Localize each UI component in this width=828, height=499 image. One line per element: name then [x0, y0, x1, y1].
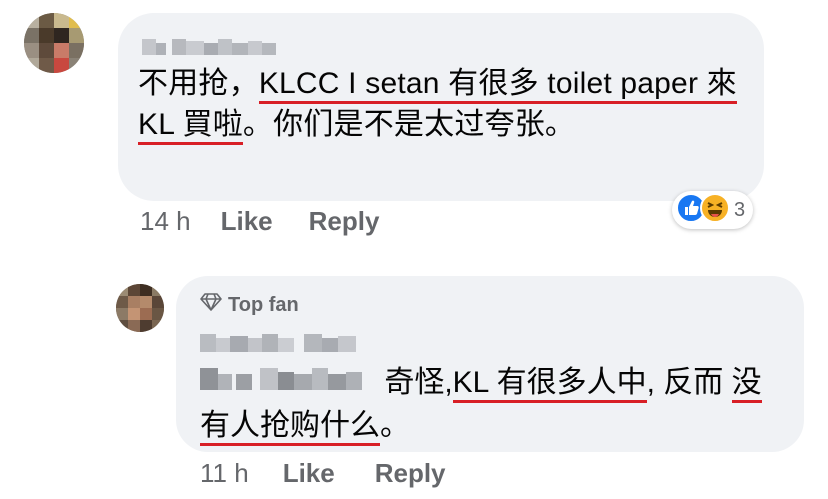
like-button[interactable]: Like: [221, 206, 273, 237]
comment-bubble: 不用抢，KLCC I setan 有很多 toilet paper 來 KL 買…: [118, 13, 764, 201]
top-fan-badge: Top fan: [200, 292, 299, 318]
mention-link[interactable]: [200, 364, 370, 405]
comment-text-part: 。你们是不是太过夸张。: [242, 108, 576, 141]
comment-author-name[interactable]: [142, 37, 282, 55]
comment-text-part: 不用抢，: [138, 67, 259, 100]
reply-button[interactable]: Reply: [309, 206, 380, 237]
reply-text-part: 。: [380, 408, 410, 442]
reply-text-part: , 反而: [646, 366, 732, 399]
comment-timestamp[interactable]: 14 h: [140, 206, 191, 237]
reply-button[interactable]: Reply: [375, 458, 446, 489]
reply-text-part: 奇怪,: [376, 366, 453, 399]
reply-text: 奇怪,KL 有很多人中, 反而 没有人抢购什么。: [200, 362, 790, 446]
reply-bubble: Top fan 奇怪,KL 有很多人中, 反而 没有人抢购什么。: [176, 276, 804, 452]
top-fan-label: Top fan: [228, 293, 299, 316]
reply-author-name[interactable]: [200, 332, 370, 359]
like-button[interactable]: Like: [283, 458, 335, 489]
reply-underlined-text: KL 有很多人中: [452, 366, 647, 403]
replier-avatar[interactable]: [116, 284, 164, 332]
diamond-icon: [200, 292, 222, 318]
comment-text: 不用抢，KLCC I setan 有很多 toilet paper 來 KL 買…: [138, 63, 738, 145]
reply-actions: 11 h Like Reply: [200, 458, 446, 489]
haha-icon: [700, 192, 730, 228]
reaction-count: 3: [734, 198, 746, 221]
reaction-summary[interactable]: 3: [672, 191, 754, 229]
reply-timestamp[interactable]: 11 h: [200, 458, 249, 489]
comment-actions: 14 h Like Reply: [140, 206, 379, 237]
commenter-avatar[interactable]: [24, 13, 84, 73]
